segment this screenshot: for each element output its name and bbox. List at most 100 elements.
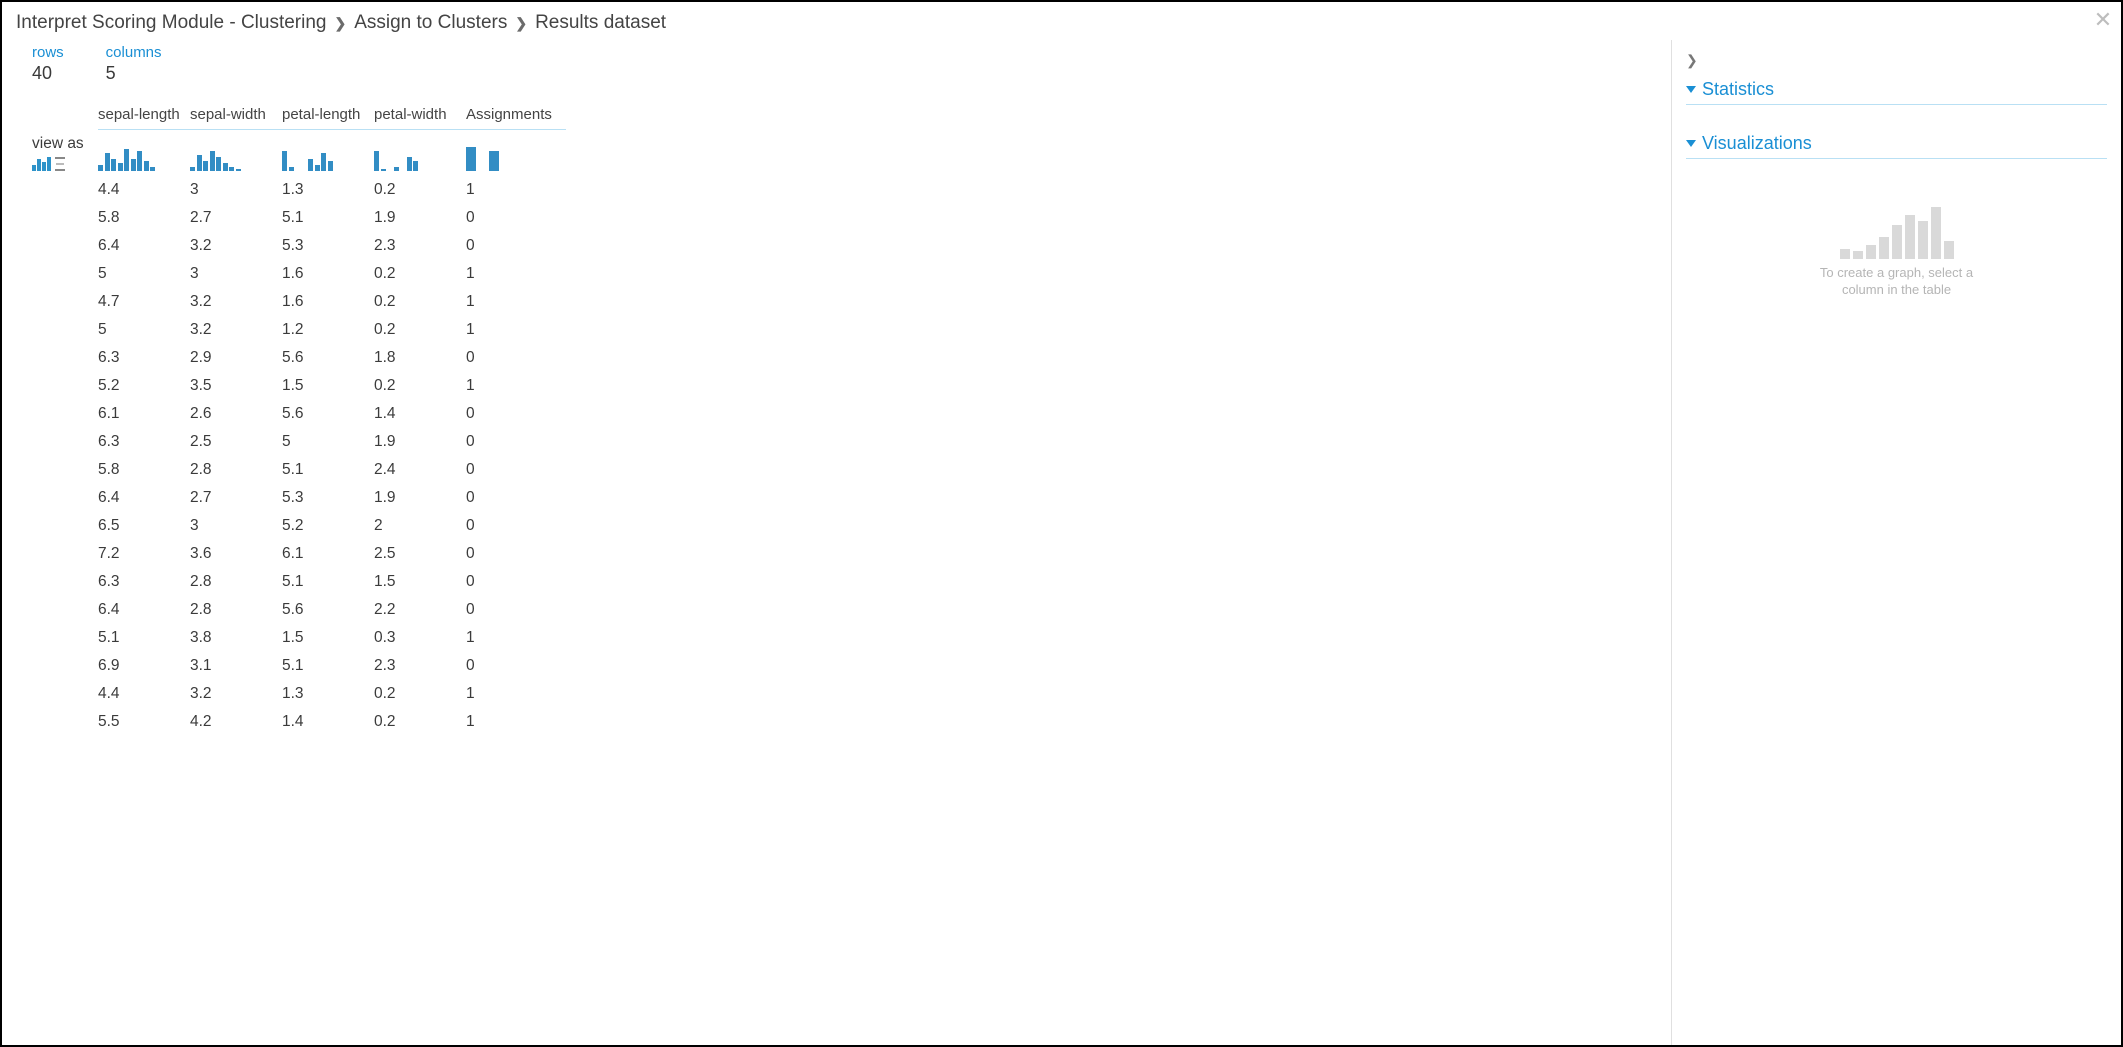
cell: 2.8 [190,596,282,624]
cell: 3.2 [190,680,282,708]
table-scroll[interactable]: sepal-length sepal-width petal-length pe… [2,102,1671,1045]
cell: 6.1 [282,540,374,568]
table-row[interactable]: 6.42.85.62.20 [32,596,566,624]
cell: 3.2 [190,232,282,260]
table-row[interactable]: 53.21.20.21 [32,316,566,344]
cell: 3.6 [190,540,282,568]
histogram-view-icon[interactable] [32,157,51,171]
cell: 1.5 [374,568,466,596]
cell: 1.8 [374,344,466,372]
cell: 1.9 [374,428,466,456]
cell: 0.2 [374,316,466,344]
col-header[interactable]: petal-width [374,102,466,130]
cell: 5.2 [98,372,190,400]
table-row[interactable]: 6.32.95.61.80 [32,344,566,372]
cell: 5 [98,260,190,288]
section-title: Statistics [1702,79,1774,100]
table-row[interactable]: 5.23.51.50.21 [32,372,566,400]
cell: 5 [98,316,190,344]
table-row[interactable]: 6.535.220 [32,512,566,540]
cell: 1.3 [282,176,374,204]
cell: 5.3 [282,484,374,512]
cell: 1.6 [282,288,374,316]
cell: 6.5 [98,512,190,540]
cell: 0 [466,400,566,428]
table-row[interactable]: 531.60.21 [32,260,566,288]
col-header[interactable]: Assignments [466,102,566,130]
cell: 1.2 [282,316,374,344]
cell: 5.1 [282,568,374,596]
cell: 0 [466,512,566,540]
cell: 1 [466,316,566,344]
data-table: sepal-length sepal-width petal-length pe… [32,102,566,736]
cell: 7.2 [98,540,190,568]
cell: 5.1 [98,624,190,652]
cell: 2.8 [190,456,282,484]
cell: 5.6 [282,596,374,624]
cell: 0.2 [374,288,466,316]
cell: 0.3 [374,624,466,652]
visualizations-section-header[interactable]: Visualizations [1686,127,2107,159]
columns-label: columns [106,44,162,61]
boxplot-view-icon[interactable] [55,157,65,171]
cell: 6.4 [98,484,190,512]
cell: 6.3 [98,428,190,456]
cell: 3 [190,512,282,540]
table-row[interactable]: 5.13.81.50.31 [32,624,566,652]
cell: 2.7 [190,204,282,232]
viz-placeholder-icon [1686,199,2107,259]
cell: 0.2 [374,260,466,288]
cell: 5.1 [282,204,374,232]
table-row[interactable]: 6.43.25.32.30 [32,232,566,260]
cell: 5.1 [282,456,374,484]
cell: 1.4 [374,400,466,428]
side-pane: ❯ Statistics Visualizations To create a … [1671,40,2121,1045]
cell: 6.4 [98,232,190,260]
histogram-row: view as [32,130,566,176]
col-histogram [98,145,184,171]
cell: 1 [466,708,566,736]
breadcrumb-item[interactable]: Results dataset [535,12,666,34]
table-row[interactable]: 6.32.551.90 [32,428,566,456]
col-header[interactable]: petal-length [282,102,374,130]
cell: 0 [466,428,566,456]
cell: 6.4 [98,596,190,624]
table-row[interactable]: 6.32.85.11.50 [32,568,566,596]
cell: 2.5 [374,540,466,568]
cell: 4.4 [98,680,190,708]
expand-icon[interactable]: ❯ [1686,48,2107,73]
table-row[interactable]: 6.93.15.12.30 [32,652,566,680]
breadcrumb-item[interactable]: Assign to Clusters [354,12,507,34]
table-row[interactable]: 5.82.75.11.90 [32,204,566,232]
cell: 5.3 [282,232,374,260]
rows-value: 40 [32,63,64,84]
table-row[interactable]: 7.23.66.12.50 [32,540,566,568]
close-icon[interactable]: ✕ [2091,8,2115,32]
table-row[interactable]: 4.73.21.60.21 [32,288,566,316]
col-header[interactable]: sepal-length [98,102,190,130]
table-row[interactable]: 6.42.75.31.90 [32,484,566,512]
breadcrumb: Interpret Scoring Module - Clustering ❯ … [2,2,2121,40]
results-dialog: ✕ Interpret Scoring Module - Clustering … [0,0,2123,1047]
cell: 1.3 [282,680,374,708]
rows-label: rows [32,44,64,61]
cell: 0 [466,204,566,232]
cell: 2.9 [190,344,282,372]
cell: 0 [466,232,566,260]
table-row[interactable]: 5.82.85.12.40 [32,456,566,484]
section-title: Visualizations [1702,133,1812,154]
cell: 6.3 [98,344,190,372]
table-row[interactable]: 4.43.21.30.21 [32,680,566,708]
table-row[interactable]: 6.12.65.61.40 [32,400,566,428]
viz-hint: To create a graph, select a column in th… [1686,265,2107,299]
cell: 2.3 [374,652,466,680]
table-row[interactable]: 4.431.30.21 [32,176,566,204]
statistics-section-header[interactable]: Statistics [1686,73,2107,105]
table-row[interactable]: 5.54.21.40.21 [32,708,566,736]
cell: 0 [466,568,566,596]
col-header[interactable]: sepal-width [190,102,282,130]
breadcrumb-item[interactable]: Interpret Scoring Module - Clustering [16,12,326,34]
cell: 3.2 [190,288,282,316]
cell: 0 [466,344,566,372]
dialog-body: rows 40 columns 5 sepal-length [2,40,2121,1045]
